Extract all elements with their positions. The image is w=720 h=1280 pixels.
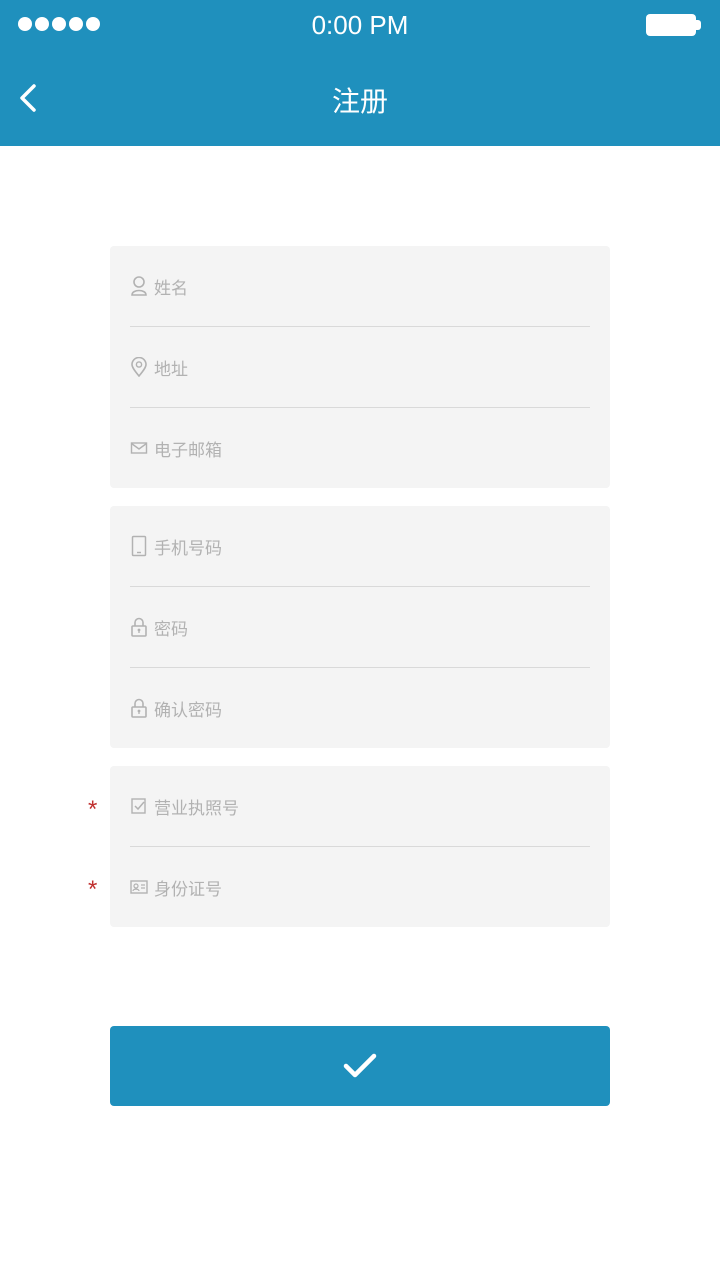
address-field[interactable]: 地址 bbox=[130, 327, 590, 408]
id-number-placeholder: 身份证号 bbox=[154, 879, 222, 900]
mail-icon bbox=[130, 438, 148, 458]
phone-field[interactable]: 手机号码 bbox=[130, 506, 590, 587]
submit-button[interactable] bbox=[110, 1026, 610, 1106]
name-placeholder: 姓名 bbox=[154, 278, 188, 299]
password-placeholder: 密码 bbox=[154, 619, 188, 640]
app-header: 0:00 PM 注册 bbox=[0, 0, 720, 146]
status-time: 0:00 PM bbox=[311, 10, 409, 40]
confirm-password-placeholder: 确认密码 bbox=[154, 700, 222, 721]
account-card: 手机号码 密码 确认密码 bbox=[110, 506, 610, 748]
user-icon bbox=[130, 276, 148, 296]
phone-icon bbox=[130, 535, 148, 557]
nav-bar: 注册 bbox=[0, 50, 720, 146]
business-license-placeholder: 营业执照号 bbox=[154, 798, 239, 819]
name-field[interactable]: 姓名 bbox=[130, 246, 590, 327]
status-bar: 0:00 PM bbox=[0, 0, 720, 50]
license-icon bbox=[130, 796, 148, 816]
checkmark-icon bbox=[343, 1053, 377, 1078]
required-mark: * bbox=[88, 796, 98, 823]
location-pin-icon bbox=[130, 357, 148, 377]
email-placeholder: 电子邮箱 bbox=[154, 440, 222, 461]
id-card-icon bbox=[130, 877, 148, 897]
required-mark: * bbox=[88, 876, 98, 903]
business-license-field[interactable]: 营业执照号 bbox=[130, 766, 590, 847]
confirm-password-field[interactable]: 确认密码 bbox=[130, 668, 590, 748]
password-field[interactable]: 密码 bbox=[130, 587, 590, 668]
lock-icon bbox=[130, 698, 148, 718]
verification-card: 营业执照号 身份证号 bbox=[110, 766, 610, 927]
battery-icon bbox=[646, 14, 701, 36]
phone-placeholder: 手机号码 bbox=[154, 538, 222, 559]
email-field[interactable]: 电子邮箱 bbox=[130, 408, 590, 488]
id-number-field[interactable]: 身份证号 bbox=[130, 847, 590, 927]
page-title: 注册 bbox=[331, 85, 388, 118]
personal-info-card: 姓名 地址 电子邮箱 bbox=[110, 246, 610, 488]
lock-icon bbox=[130, 617, 148, 637]
address-placeholder: 地址 bbox=[154, 359, 188, 380]
